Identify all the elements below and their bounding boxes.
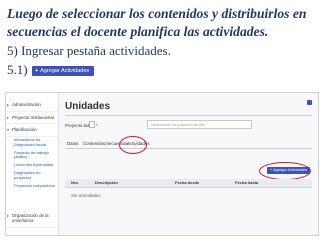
empty-table-text: Sin actividades [71, 193, 101, 198]
highlight-circle-button [259, 162, 311, 180]
col-nro: Nro. [71, 180, 79, 185]
sidebar-item-label: Planificación [12, 127, 37, 132]
sidebar-item-administracion[interactable]: ▸ Administración [6, 99, 58, 112]
sidebar-item-label: Organización de la enseñanza [12, 212, 49, 224]
add-activities-sample-label: Agregar Actividades [40, 68, 90, 74]
highlight-circle-tab [119, 136, 147, 154]
project-select[interactable] [89, 121, 95, 128]
add-activities-sample-button: + Agregar Actividades [32, 66, 95, 76]
chevron-right-icon: ▸ [7, 114, 10, 120]
col-descripcion: Descripción [95, 180, 118, 185]
table-header: Nro. Descripción Fecha desde Fecha hasta [65, 179, 312, 188]
tab-contenidos[interactable]: Contenidos [83, 140, 105, 148]
chevron-down-icon: ▾ [7, 127, 10, 132]
sidebar-item-proyecto-institucional[interactable]: ▸ Proyecto Institucional [6, 112, 58, 124]
divider [65, 115, 312, 116]
main-content: Unidades Proyecto áulico * Seleccione un… [59, 93, 318, 235]
sidebar-subitem-proyecto-trabajo[interactable]: Proyecto de trabajo (áulico) [6, 149, 58, 162]
app-screenshot: ▸ Administración ▸ Proyecto Instituciona… [5, 92, 319, 236]
sidebar-item-label: Proyecto Institucional [12, 114, 54, 120]
chevron-right-icon: ▸ [7, 102, 10, 107]
sidebar-item-planificacion[interactable]: ▾ Planificación [6, 124, 58, 137]
sidebar-subitem-proyectos-compartidos[interactable]: Proyectos compartidos [6, 182, 58, 190]
sidebar-subitem-diagnostico-proyectos[interactable]: Diagnóstico en proyectos [6, 169, 58, 182]
col-fecha-hasta: Fecha hasta [235, 180, 259, 185]
sidebar-subitem-lecciones[interactable]: Lecciones Aprendidas [6, 162, 58, 170]
sidebar-item-label: Administración [12, 102, 41, 107]
col-fecha-desde: Fecha desde [175, 180, 200, 185]
tab-bar: Datos Contenidos Secuencias Actividades [65, 140, 312, 149]
step-5-1-text: 5.1) [7, 62, 28, 77]
chevron-right-icon: ▸ [7, 212, 10, 218]
step-5-text: 5) Ingresar pestaña actividades. [7, 43, 171, 58]
menu-square-button[interactable] [307, 100, 312, 105]
project-search-input[interactable]: Seleccione un proyecto de Art [147, 120, 252, 129]
instruction-heading: Luego de seleccionar los contenidos y di… [7, 6, 307, 39]
tab-datos[interactable]: Datos [67, 140, 78, 148]
project-select-marker: * [96, 123, 98, 128]
page-title: Unidades [65, 101, 111, 112]
plus-icon: + [35, 68, 39, 74]
sidebar-subitem-diagnostico-inicial[interactable]: Información de Diagnóstico Inicial [6, 137, 58, 150]
sidebar-item-organizacion[interactable]: ▸ Organización de la enseñanza [6, 210, 58, 228]
sidebar: ▸ Administración ▸ Proyecto Instituciona… [6, 93, 59, 235]
